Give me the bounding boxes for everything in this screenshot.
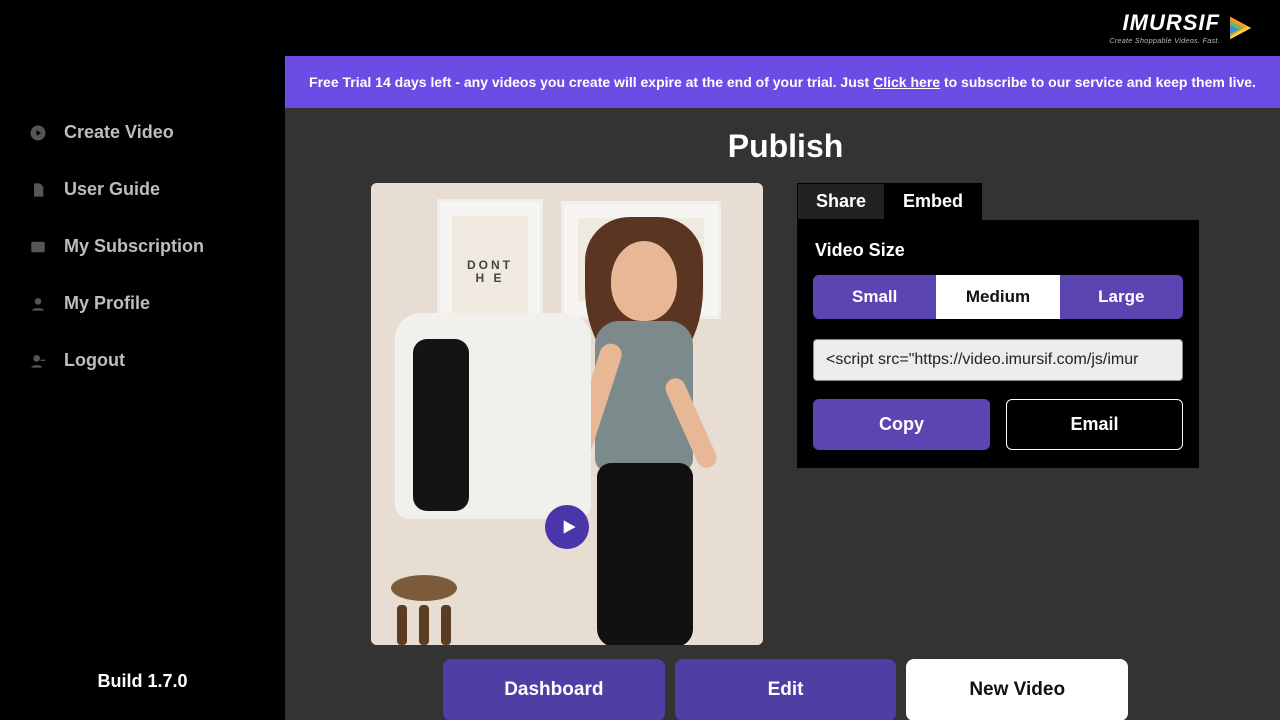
video-size-label: Video Size	[815, 240, 1183, 261]
play-icon	[561, 518, 577, 536]
main: Free Trial 14 days left - any videos you…	[285, 56, 1280, 720]
tab-share[interactable]: Share	[797, 183, 884, 220]
play-circle-icon	[28, 123, 48, 143]
sidebar-item-label: My Subscription	[64, 236, 204, 257]
publish-panel: Share Embed Video Size Small Medium Larg…	[797, 183, 1199, 468]
tabs: Share Embed	[797, 183, 1199, 220]
edit-button[interactable]: Edit	[675, 659, 897, 720]
sidebar-item-create-video[interactable]: Create Video	[0, 104, 285, 161]
bottom-actions: Dashboard Edit New Video	[443, 659, 1128, 720]
sidebar-item-user-guide[interactable]: User Guide	[0, 161, 285, 218]
dashboard-button[interactable]: Dashboard	[443, 659, 665, 720]
brand-name: IMURSIF	[1123, 12, 1220, 34]
banner-post: to subscribe to our service and keep the…	[940, 74, 1256, 90]
page-title: Publish	[371, 128, 1200, 165]
brand-logo-icon	[1226, 14, 1254, 42]
sidebar-item-my-subscription[interactable]: My Subscription	[0, 218, 285, 275]
size-small[interactable]: Small	[813, 275, 936, 319]
sidebar: Create Video User Guide My Subscription	[0, 56, 285, 720]
tab-embed[interactable]: Embed	[884, 183, 982, 220]
email-button[interactable]: Email	[1006, 399, 1183, 450]
preview-scene: DONT H E	[371, 183, 763, 645]
new-video-button[interactable]: New Video	[906, 659, 1128, 720]
copy-button[interactable]: Copy	[813, 399, 990, 450]
video-preview[interactable]: DONT H E	[371, 183, 763, 645]
brand[interactable]: IMURSIF Create Shoppable Videos. Fast.	[1109, 12, 1254, 45]
size-segmented: Small Medium Large	[813, 275, 1183, 319]
play-button[interactable]	[545, 505, 589, 549]
sidebar-item-label: Logout	[64, 350, 125, 371]
user-icon	[28, 294, 48, 314]
banner-link[interactable]: Click here	[873, 74, 940, 90]
document-icon	[28, 180, 48, 200]
banner-pre: Free Trial 14 days left - any videos you…	[309, 74, 873, 90]
sidebar-item-logout[interactable]: Logout	[0, 332, 285, 389]
subscription-icon	[28, 237, 48, 257]
size-medium[interactable]: Medium	[936, 275, 1059, 319]
embed-code-input[interactable]	[813, 339, 1183, 381]
size-large[interactable]: Large	[1060, 275, 1183, 319]
logout-icon	[28, 351, 48, 371]
sidebar-item-label: User Guide	[64, 179, 160, 200]
brand-tagline: Create Shoppable Videos. Fast.	[1109, 36, 1220, 45]
topbar: IMURSIF Create Shoppable Videos. Fast.	[0, 0, 1280, 56]
sidebar-item-my-profile[interactable]: My Profile	[0, 275, 285, 332]
trial-banner: Free Trial 14 days left - any videos you…	[285, 56, 1280, 108]
build-version: Build 1.7.0	[0, 641, 285, 720]
sidebar-item-label: My Profile	[64, 293, 150, 314]
sidebar-item-label: Create Video	[64, 122, 174, 143]
